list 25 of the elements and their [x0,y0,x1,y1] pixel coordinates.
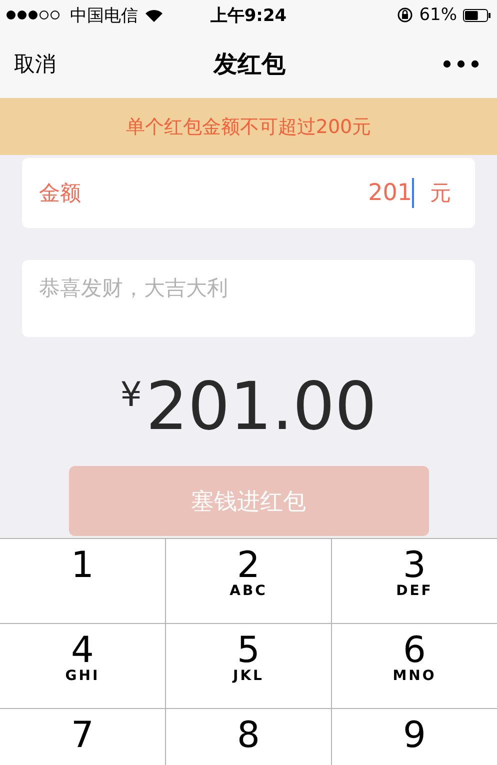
warning-banner: 单个红包金额不可超过200元 [0,98,497,155]
battery-percent: 61% [419,5,457,25]
rotation-lock-icon [397,7,414,23]
keypad-key[interactable]: 6 MNO [332,624,497,708]
battery-icon [462,8,491,22]
keypad-key[interactable]: 8 [166,709,331,765]
currency-unit: 元 [430,180,451,207]
carrier-name: 中国电信 [70,4,138,26]
wifi-icon [144,8,164,22]
amount-label: 金额 [39,180,82,207]
status-time: 上午9:24 [210,4,287,26]
keypad-key[interactable]: 7 [0,709,165,765]
keypad-key[interactable]: 5 JKL [166,624,331,708]
currency-symbol: ¥ [120,375,142,415]
more-icon [443,60,479,68]
amount-value: 201 [368,180,412,206]
cancel-button[interactable]: 取消 [14,50,56,78]
page-title: 发红包 [214,49,286,80]
keypad-key[interactable]: 1 [0,539,165,623]
keypad-key[interactable]: 3 DEF [332,539,497,623]
keypad-key[interactable]: 9 [332,709,497,765]
keypad-key[interactable]: 2 ABC [166,539,331,623]
message-field[interactable]: 恭喜发财，大吉大利 [22,260,475,337]
keypad-key[interactable]: 4 GHI [0,624,165,708]
total-amount: 201.00 [146,369,377,444]
